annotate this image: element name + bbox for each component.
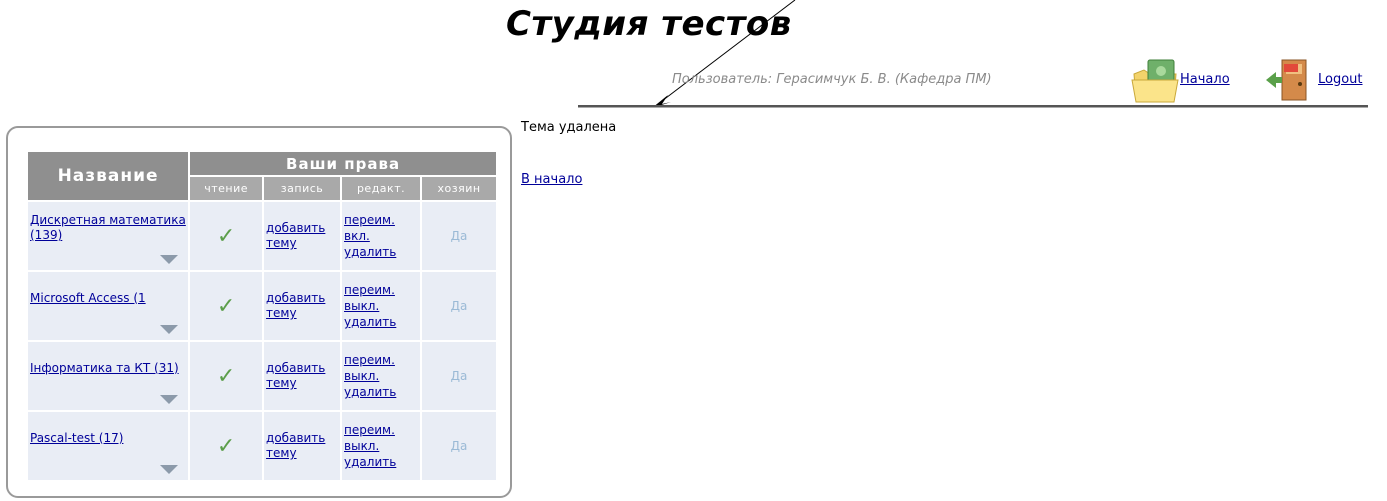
toggle-link[interactable]: выкл. <box>342 368 420 384</box>
rename-link[interactable]: переим. <box>342 422 420 438</box>
door-exit-icon[interactable] <box>1264 56 1314 104</box>
rename-link[interactable]: переим. <box>342 212 420 228</box>
status-message: Тема удалена <box>521 120 617 135</box>
subheader-edit: редакт. <box>342 177 421 200</box>
read-cell: ✓ <box>190 272 263 340</box>
delete-link[interactable]: удалить <box>342 454 420 470</box>
add-topic-link[interactable]: добавить тему <box>264 291 340 321</box>
rename-link[interactable]: переим. <box>342 282 420 298</box>
dropdown-triangle-icon[interactable] <box>160 395 179 404</box>
write-cell: добавить тему <box>264 272 341 340</box>
delete-link[interactable]: удалить <box>342 244 420 260</box>
rename-link[interactable]: переим. <box>342 352 420 368</box>
dropdown-triangle-icon[interactable] <box>160 325 179 334</box>
table-row: Microsoft Access (1 ✓ добавить тему пере… <box>28 272 496 340</box>
add-topic-link[interactable]: добавить тему <box>264 361 340 391</box>
dropdown-triangle-icon[interactable] <box>160 255 179 264</box>
edit-cell: переим. выкл. удалить <box>342 412 421 480</box>
owner-cell: Да <box>422 412 496 480</box>
column-header-rights: Ваши права <box>190 152 496 175</box>
read-cell: ✓ <box>190 412 263 480</box>
toggle-link[interactable]: выкл. <box>342 438 420 454</box>
read-cell: ✓ <box>190 342 263 410</box>
subheader-write: запись <box>264 177 341 200</box>
subheader-read: чтение <box>190 177 263 200</box>
user-bar: Пользователь: Герасимчук Б. В. (Кафедра … <box>600 56 1387 108</box>
read-cell: ✓ <box>190 202 263 270</box>
page-title: Студия тестов <box>506 4 792 44</box>
check-icon: ✓ <box>216 293 236 319</box>
edit-cell: переим. выкл. удалить <box>342 272 421 340</box>
write-cell: добавить тему <box>264 202 341 270</box>
column-header-name: Название <box>28 152 189 200</box>
test-name-cell: Pascal-test (17) <box>28 412 189 480</box>
toggle-link[interactable]: вкл. <box>342 228 420 244</box>
check-icon: ✓ <box>216 433 236 459</box>
subheader-owner: хозяин <box>422 177 496 200</box>
tests-table: Название Ваши права чтение запись редакт… <box>26 150 498 482</box>
check-icon: ✓ <box>216 223 236 249</box>
write-cell: добавить тему <box>264 412 341 480</box>
test-link[interactable]: Інформатика та КТ (31) <box>28 357 188 396</box>
table-row: Pascal-test (17) ✓ добавить тему переим.… <box>28 412 496 480</box>
logout-link[interactable]: Logout <box>1318 72 1363 87</box>
table-row: Інформатика та КТ (31) ✓ добавить тему п… <box>28 342 496 410</box>
tests-panel: Название Ваши права чтение запись редакт… <box>6 126 512 498</box>
delete-link[interactable]: удалить <box>342 384 420 400</box>
write-cell: добавить тему <box>264 342 341 410</box>
edit-cell: переим. выкл. удалить <box>342 342 421 410</box>
owner-cell: Да <box>422 342 496 410</box>
test-name-cell: Дискретная математика (139) <box>28 202 189 270</box>
check-icon: ✓ <box>216 363 236 389</box>
dropdown-triangle-icon[interactable] <box>160 465 179 474</box>
add-topic-link[interactable]: добавить тему <box>264 431 340 461</box>
user-info: Пользователь: Герасимчук Б. В. (Кафедра … <box>672 72 992 87</box>
back-to-start-link[interactable]: В начало <box>521 172 582 187</box>
owner-cell: Да <box>422 272 496 340</box>
test-link[interactable]: Microsoft Access (1 <box>28 287 188 326</box>
test-name-cell: Microsoft Access (1 <box>28 272 189 340</box>
home-link[interactable]: Начало <box>1180 72 1230 87</box>
header-divider <box>578 105 1368 108</box>
folder-home-icon[interactable] <box>1130 56 1182 104</box>
test-link[interactable]: Pascal-test (17) <box>28 427 188 466</box>
add-topic-link[interactable]: добавить тему <box>264 221 340 251</box>
test-name-cell: Інформатика та КТ (31) <box>28 342 189 410</box>
table-row: Дискретная математика (139) ✓ добавить т… <box>28 202 496 270</box>
owner-cell: Да <box>422 202 496 270</box>
toggle-link[interactable]: выкл. <box>342 298 420 314</box>
edit-cell: переим. вкл. удалить <box>342 202 421 270</box>
delete-link[interactable]: удалить <box>342 314 420 330</box>
